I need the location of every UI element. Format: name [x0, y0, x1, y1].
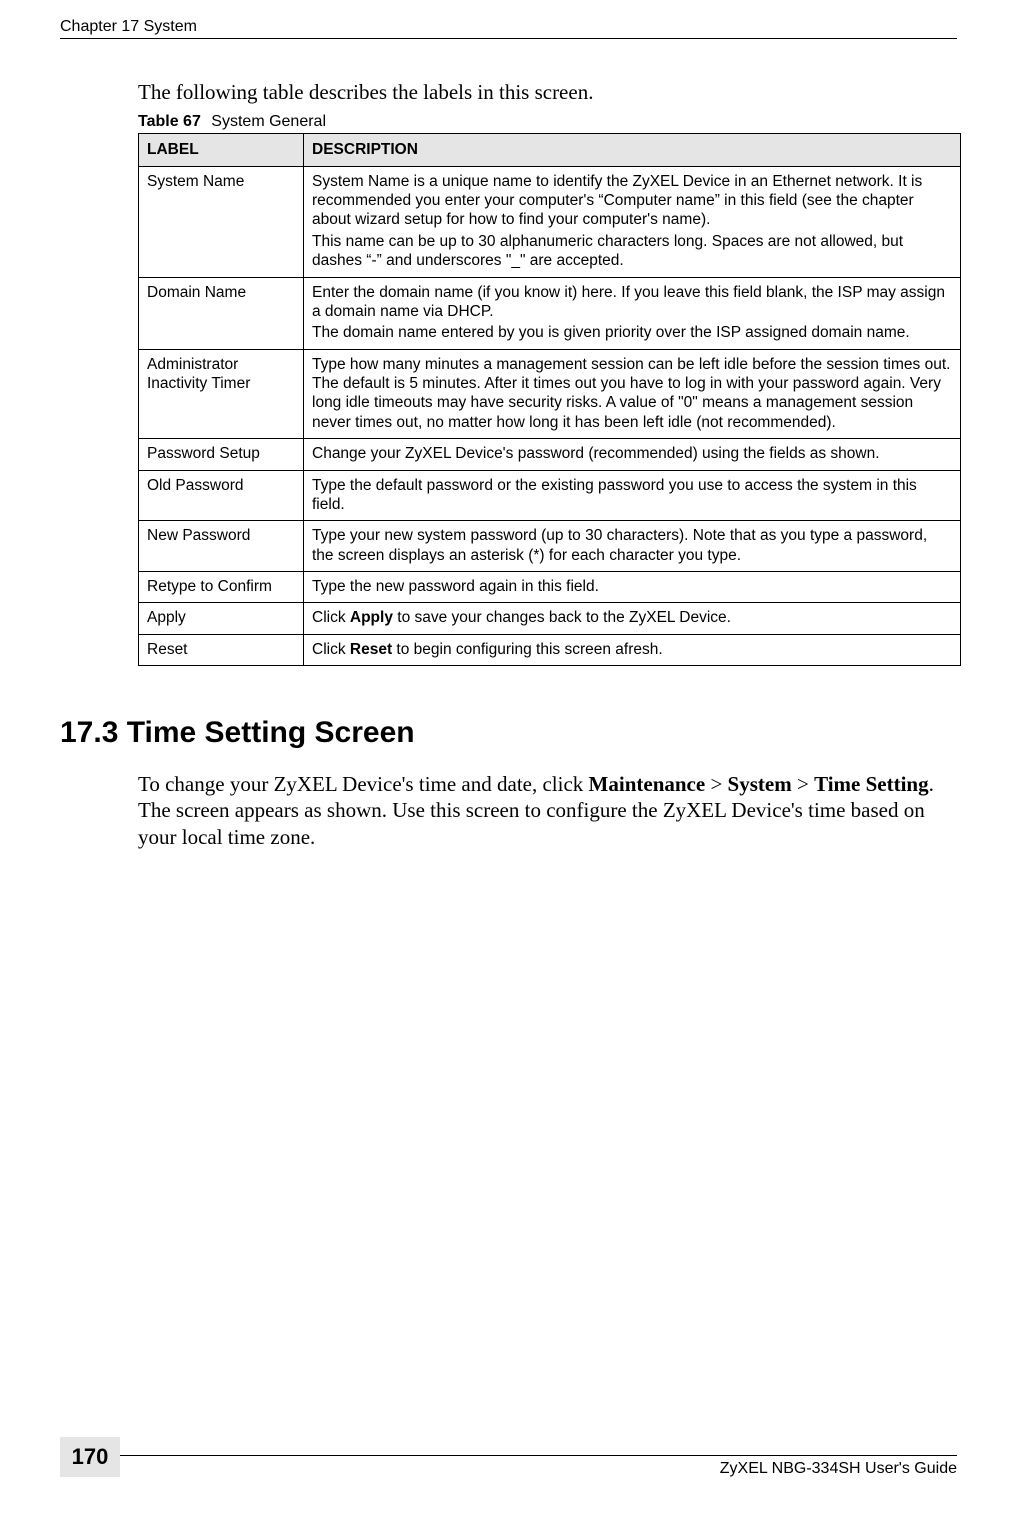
table-cell-description: Type how many minutes a management sessi… [304, 349, 961, 439]
table-caption-title: System General [211, 113, 326, 130]
page: Chapter 17 System The following table de… [0, 0, 1017, 1524]
table-row: Old Password Type the default password o… [139, 470, 961, 521]
chapter-title: Chapter 17 System [60, 18, 197, 35]
table-row: Retype to Confirm Type the new password … [139, 572, 961, 603]
table-cell-description: Change your ZyXEL Device's password (rec… [304, 439, 961, 470]
table-row: System Name System Name is a unique name… [139, 166, 961, 277]
table-cell-description: System Name is a unique name to identify… [304, 166, 961, 277]
table-header-row: LABEL DESCRIPTION [139, 134, 961, 166]
table-row: Administrator Inactivity Timer Type how … [139, 349, 961, 439]
table-row: New Password Type your new system passwo… [139, 521, 961, 572]
table-cell-label: Password Setup [139, 439, 304, 470]
table-caption-number: Table 67 [138, 113, 201, 130]
table-header-label: LABEL [139, 134, 304, 166]
table-cell-description: Type the default password or the existin… [304, 470, 961, 521]
page-footer: 170 ZyXEL NBG-334SH User's Guide [60, 1455, 957, 1478]
table-row: Domain Name Enter the domain name (if yo… [139, 277, 961, 349]
system-general-table: LABEL DESCRIPTION System Name System Nam… [138, 133, 961, 666]
table-cell-description: Click Reset to begin configuring this sc… [304, 634, 961, 665]
table-cell-description: Type your new system password (up to 30 … [304, 521, 961, 572]
table-caption: Table 67 System General [138, 113, 957, 131]
footer-row: 170 ZyXEL NBG-334SH User's Guide [60, 1460, 957, 1478]
section-body: To change your ZyXEL Device's time and d… [138, 771, 957, 850]
page-header: Chapter 17 System [60, 18, 957, 39]
table-cell-label: Retype to Confirm [139, 572, 304, 603]
footer-rule [60, 1455, 957, 1456]
table-row: Apply Click Apply to save your changes b… [139, 603, 961, 634]
table-cell-label: System Name [139, 166, 304, 277]
table-cell-label: New Password [139, 521, 304, 572]
table-cell-description: Enter the domain name (if you know it) h… [304, 277, 961, 349]
page-number: 170 [60, 1437, 120, 1477]
section-heading: 17.3 Time Setting Screen [60, 716, 957, 750]
table-header-description: DESCRIPTION [304, 134, 961, 166]
table-cell-description: Type the new password again in this fiel… [304, 572, 961, 603]
table-cell-description: Click Apply to save your changes back to… [304, 603, 961, 634]
table-cell-label: Administrator Inactivity Timer [139, 349, 304, 439]
table-row: Reset Click Reset to begin configuring t… [139, 634, 961, 665]
table-cell-label: Domain Name [139, 277, 304, 349]
footer-guide-title: ZyXEL NBG-334SH User's Guide [720, 1460, 957, 1478]
table-row: Password Setup Change your ZyXEL Device'… [139, 439, 961, 470]
table-cell-label: Old Password [139, 470, 304, 521]
table-cell-label: Apply [139, 603, 304, 634]
intro-paragraph: The following table describes the labels… [138, 79, 957, 105]
table-cell-label: Reset [139, 634, 304, 665]
